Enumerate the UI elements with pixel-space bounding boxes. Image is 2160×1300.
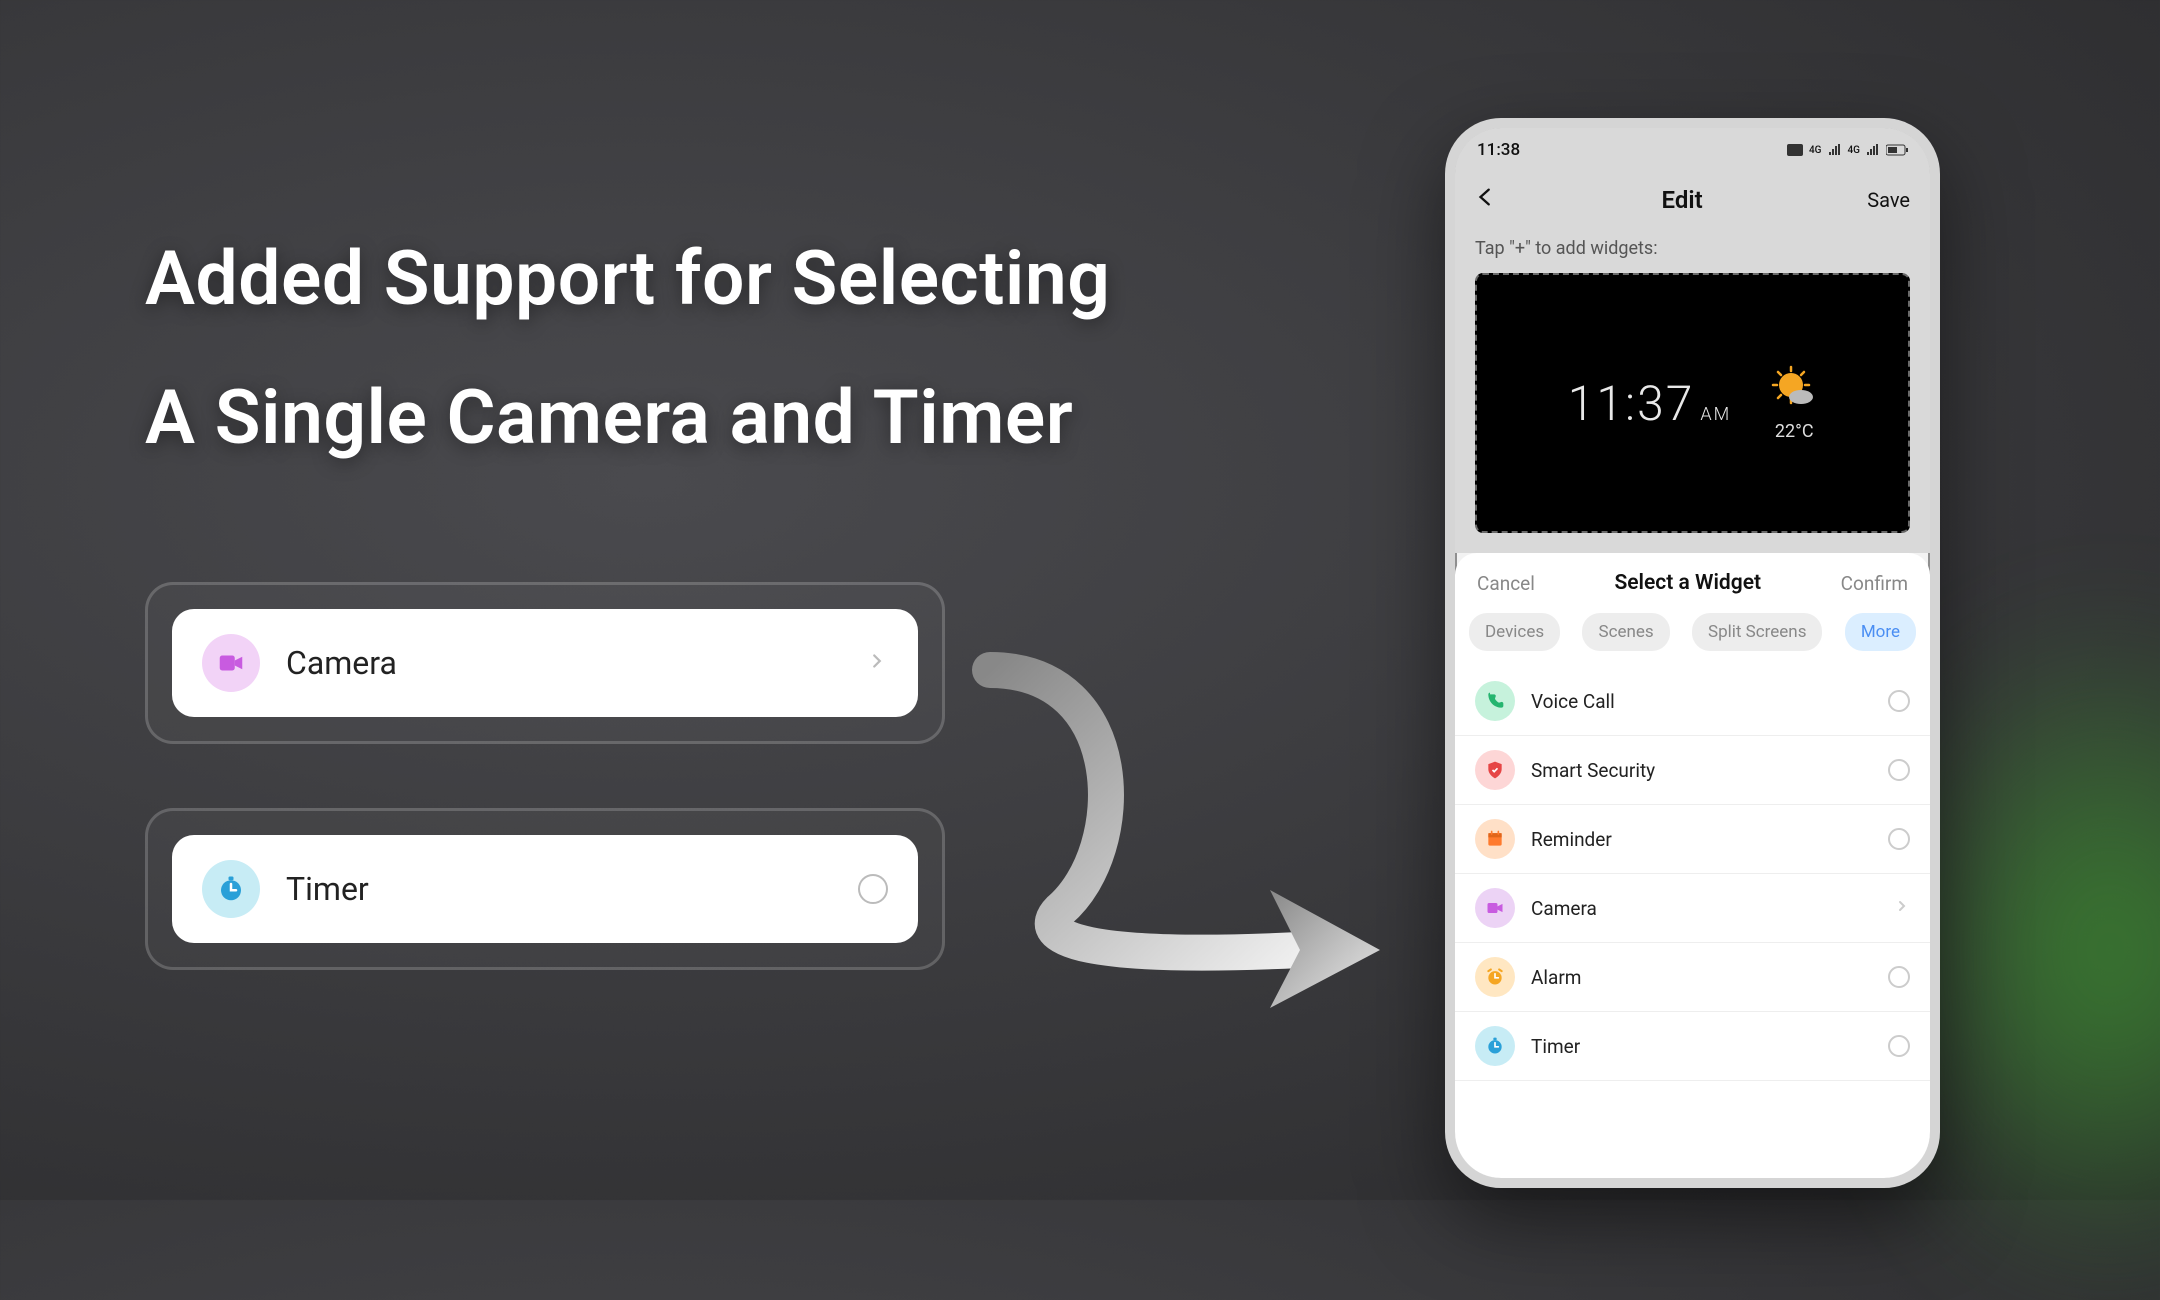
timer-icon — [1475, 1026, 1515, 1066]
radio-unselected[interactable] — [1888, 828, 1910, 850]
page-title: Edit — [1662, 186, 1703, 214]
feature-card-label: Timer — [286, 870, 858, 908]
headline-line-2: A Single Camera and Timer — [145, 349, 1110, 488]
phone-icon — [1475, 681, 1515, 721]
hint-text: Tap "+" to add widgets: — [1455, 228, 1930, 273]
list-item-label: Alarm — [1531, 966, 1888, 989]
list-item[interactable]: Voice Call — [1455, 667, 1930, 736]
temperature: 22°C — [1771, 421, 1817, 442]
arrow-graphic — [970, 650, 1400, 1010]
phone-mockup: 11:38 4G 4G Edit Save Tap "+" to add wid… — [1445, 118, 1940, 1188]
list-item-label: Reminder — [1531, 828, 1888, 851]
feature-card-camera[interactable]: Camera — [145, 582, 945, 744]
radio-unselected[interactable] — [1888, 759, 1910, 781]
list-item[interactable]: Alarm — [1455, 943, 1930, 1012]
list-item[interactable]: Reminder — [1455, 805, 1930, 874]
list-item[interactable]: Smart Security — [1455, 736, 1930, 805]
status-time: 11:38 — [1477, 140, 1520, 160]
shield-icon — [1475, 750, 1515, 790]
alarm-icon — [1475, 957, 1515, 997]
sheet-title: Select a Widget — [1614, 571, 1761, 595]
tab-scenes[interactable]: Scenes — [1582, 613, 1669, 651]
camera-icon — [1475, 888, 1515, 928]
feature-card-timer[interactable]: Timer — [145, 808, 945, 970]
tab-more[interactable]: More — [1845, 613, 1916, 651]
list-item-label: Voice Call — [1531, 690, 1888, 713]
confirm-button[interactable]: Confirm — [1841, 572, 1908, 595]
list-item[interactable]: Timer — [1455, 1012, 1930, 1081]
headline: Added Support for Selecting A Single Cam… — [145, 210, 1110, 488]
radio-unselected[interactable] — [858, 874, 888, 904]
radio-unselected[interactable] — [1888, 690, 1910, 712]
tab-devices[interactable]: Devices — [1469, 613, 1560, 651]
sun-icon — [1771, 365, 1817, 411]
save-button[interactable]: Save — [1867, 188, 1910, 212]
tab-split-screens[interactable]: Split Screens — [1692, 613, 1822, 651]
weather-widget: 22°C — [1771, 365, 1817, 442]
widget-preview[interactable]: 11:37AM 22°C — [1475, 273, 1910, 533]
calendar-icon — [1475, 819, 1515, 859]
clock-time: 11:37 — [1568, 375, 1695, 432]
widget-list: Voice Call Smart Security Reminder Camer… — [1455, 667, 1930, 1188]
status-icons: 4G 4G — [1787, 144, 1908, 156]
widget-selector-sheet: Cancel Select a Widget Confirm Devices S… — [1455, 553, 1930, 1188]
list-item-label: Camera — [1531, 897, 1894, 920]
timer-icon — [202, 860, 260, 918]
list-item[interactable]: Camera — [1455, 874, 1930, 943]
chevron-right-icon — [1894, 898, 1910, 918]
status-bar: 11:38 4G 4G — [1455, 128, 1930, 172]
clock-ampm: AM — [1700, 404, 1731, 425]
headline-line-1: Added Support for Selecting — [145, 210, 1110, 349]
clock-widget: 11:37AM — [1568, 375, 1731, 432]
radio-unselected[interactable] — [1888, 1035, 1910, 1057]
list-item-label: Smart Security — [1531, 759, 1888, 782]
back-button[interactable] — [1475, 185, 1497, 215]
feature-card-label: Camera — [286, 644, 866, 682]
chevron-right-icon — [866, 650, 888, 676]
navbar: Edit Save — [1455, 172, 1930, 228]
list-item-label: Timer — [1531, 1035, 1888, 1058]
cancel-button[interactable]: Cancel — [1477, 572, 1535, 595]
camera-icon — [202, 634, 260, 692]
radio-unselected[interactable] — [1888, 966, 1910, 988]
